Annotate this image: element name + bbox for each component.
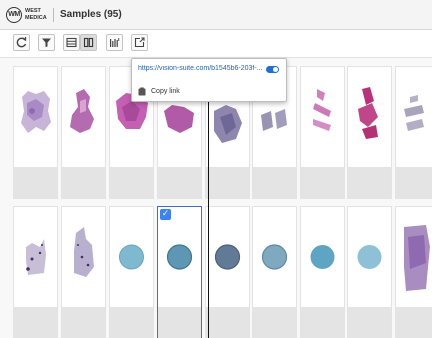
slide-thumbnail [62, 67, 105, 167]
link-toggle[interactable] [266, 66, 279, 73]
brand-wordmark: WEST MEDICA [25, 8, 49, 22]
sample-tile[interactable] [395, 66, 432, 199]
tile-footer [206, 307, 249, 338]
barcode-icon [110, 38, 120, 47]
sample-tile[interactable] [61, 206, 106, 338]
slide-thumbnail [396, 207, 432, 307]
sample-tile[interactable] [13, 206, 58, 338]
tile-footer [253, 307, 296, 338]
cursor-guide-line [208, 92, 209, 338]
header-bar: WM WEST MEDICA Samples (95) [0, 0, 432, 30]
sample-tile[interactable] [300, 66, 345, 199]
tissue-large-icon [404, 225, 430, 291]
grid-view-button[interactable] [80, 34, 97, 51]
sample-tile[interactable] [252, 206, 297, 338]
grid-view-icon [83, 37, 94, 48]
tile-footer [158, 167, 201, 199]
checkbox-checked-icon[interactable]: ✓ [160, 209, 171, 220]
tile-footer [348, 167, 391, 199]
slide-thumbnail [158, 207, 201, 307]
sample-tile[interactable] [109, 206, 154, 338]
tile-footer [348, 307, 391, 338]
sample-tile[interactable] [347, 206, 392, 338]
tissue-biopsy-icon [74, 227, 94, 277]
refresh-icon [16, 37, 27, 48]
filter-icon [42, 38, 51, 47]
tile-footer [396, 167, 432, 199]
page-title: Samples (95) [60, 9, 122, 20]
tile-footer [301, 307, 344, 338]
slide-thumbnail [348, 207, 391, 307]
logo-icon[interactable]: WM [6, 7, 22, 23]
sample-tile[interactable] [347, 66, 392, 199]
toolbar [0, 30, 432, 58]
sample-tile[interactable] [13, 66, 58, 199]
cytology-circle-icon [357, 245, 382, 269]
refresh-button[interactable] [13, 34, 30, 51]
cytology-circle-icon [166, 244, 193, 270]
sample-tile[interactable] [205, 206, 250, 338]
copy-link-label: Copy link [151, 88, 180, 95]
tile-footer [14, 307, 57, 338]
tissue-lung-icon [21, 91, 51, 133]
tissue-fragments-icon [404, 95, 424, 131]
toggle-knob [273, 67, 278, 72]
export-button[interactable] [131, 34, 148, 51]
slide-thumbnail [301, 67, 344, 167]
slide-thumbnail [110, 207, 153, 307]
export-icon [134, 37, 145, 48]
app-window: WM WEST MEDICA Samples (95) ✓ https://vi… [0, 0, 432, 338]
sample-tile[interactable] [61, 66, 106, 199]
tile-footer [158, 307, 201, 338]
slide-thumbnail [206, 207, 249, 307]
sample-tile-selected[interactable]: ✓ [157, 206, 202, 338]
cytology-circle-icon [119, 244, 144, 270]
share-url-text[interactable]: https://vision-suite.com/b1545b6-203f-..… [138, 65, 266, 77]
header-divider [53, 8, 54, 22]
tile-footer [253, 167, 296, 199]
tile-footer [62, 167, 105, 199]
sample-tile[interactable] [395, 206, 432, 338]
slide-thumbnail [348, 67, 391, 167]
tissue-lung-icon [70, 89, 94, 133]
cytology-circle-icon [261, 244, 288, 270]
tissue-biopsy-icon [26, 239, 46, 275]
slide-thumbnail [301, 207, 344, 307]
cytology-circle-icon [214, 244, 241, 270]
tile-footer [396, 307, 432, 338]
filter-button[interactable] [38, 34, 55, 51]
sample-tile[interactable] [300, 206, 345, 338]
tile-footer [206, 167, 249, 199]
slide-thumbnail [14, 207, 57, 307]
list-view-icon [66, 37, 77, 48]
clipboard-icon [138, 87, 146, 96]
tile-footer [110, 167, 153, 199]
slide-thumbnail [62, 207, 105, 307]
tile-footer [14, 167, 57, 199]
brand-line-2: MEDICA [25, 15, 47, 21]
slide-thumbnail [396, 67, 432, 167]
slide-thumbnail [14, 67, 57, 167]
cytology-circle-icon [310, 245, 335, 269]
tile-footer [62, 307, 105, 338]
brand-line-1: WEST [25, 8, 41, 14]
list-view-button[interactable] [63, 34, 80, 51]
slide-thumbnail [253, 207, 296, 307]
tissue-strip-icon [358, 87, 378, 139]
tile-footer [110, 307, 153, 338]
barcode-button[interactable] [106, 34, 123, 51]
tissue-strip-icon [313, 89, 331, 131]
tile-footer [301, 167, 344, 199]
share-link-popup: https://vision-suite.com/b1545b6-203f-..… [131, 58, 287, 102]
